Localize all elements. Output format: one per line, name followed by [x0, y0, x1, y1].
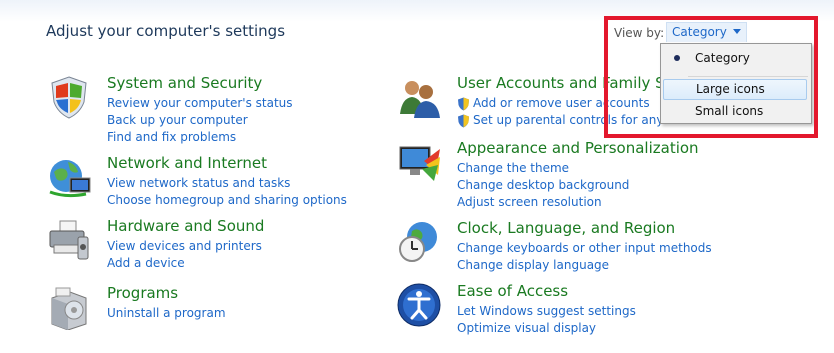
programs-box-icon[interactable] — [46, 284, 92, 330]
page-title: Adjust your computer's settings — [46, 22, 286, 40]
clock-globe-icon[interactable] — [396, 219, 442, 265]
highlight-box — [604, 16, 818, 138]
uac-shield-icon — [458, 114, 469, 127]
link-desktop-background[interactable]: Change desktop background — [457, 177, 629, 194]
link-suggest-settings[interactable]: Let Windows suggest settings — [457, 303, 636, 320]
category-title[interactable]: Clock, Language, and Region — [457, 219, 675, 237]
network-globe-icon[interactable] — [46, 154, 92, 200]
category-title[interactable]: Programs — [107, 284, 178, 302]
users-icon[interactable] — [396, 74, 442, 120]
uac-shield-icon — [458, 97, 469, 110]
link-devices-printers[interactable]: View devices and printers — [107, 238, 262, 255]
link-homegroup[interactable]: Choose homegroup and sharing options — [107, 192, 347, 209]
link-back-up[interactable]: Back up your computer — [107, 112, 293, 129]
link-network-status[interactable]: View network status and tasks — [107, 175, 347, 192]
category-title[interactable]: Appearance and Personalization — [457, 139, 699, 157]
link-find-fix[interactable]: Find and fix problems — [107, 129, 293, 146]
category-title[interactable]: Ease of Access — [457, 282, 568, 300]
shield-flag-icon[interactable] — [46, 74, 92, 120]
link-change-theme[interactable]: Change the theme — [457, 160, 629, 177]
link-screen-resolution[interactable]: Adjust screen resolution — [457, 194, 629, 211]
printer-icon[interactable] — [46, 217, 92, 263]
link-keyboards[interactable]: Change keyboards or other input methods — [457, 240, 712, 257]
link-display-language[interactable]: Change display language — [457, 257, 712, 274]
link-review-status[interactable]: Review your computer's status — [107, 95, 293, 112]
category-title[interactable]: System and Security — [107, 74, 262, 92]
category-title[interactable]: Network and Internet — [107, 154, 267, 172]
link-optimize-visual[interactable]: Optimize visual display — [457, 320, 636, 337]
category-title[interactable]: Hardware and Sound — [107, 217, 264, 235]
link-add-device[interactable]: Add a device — [107, 255, 262, 272]
ease-of-access-icon[interactable] — [396, 282, 442, 328]
link-uninstall[interactable]: Uninstall a program — [107, 305, 226, 322]
monitor-palette-icon[interactable] — [396, 139, 442, 185]
